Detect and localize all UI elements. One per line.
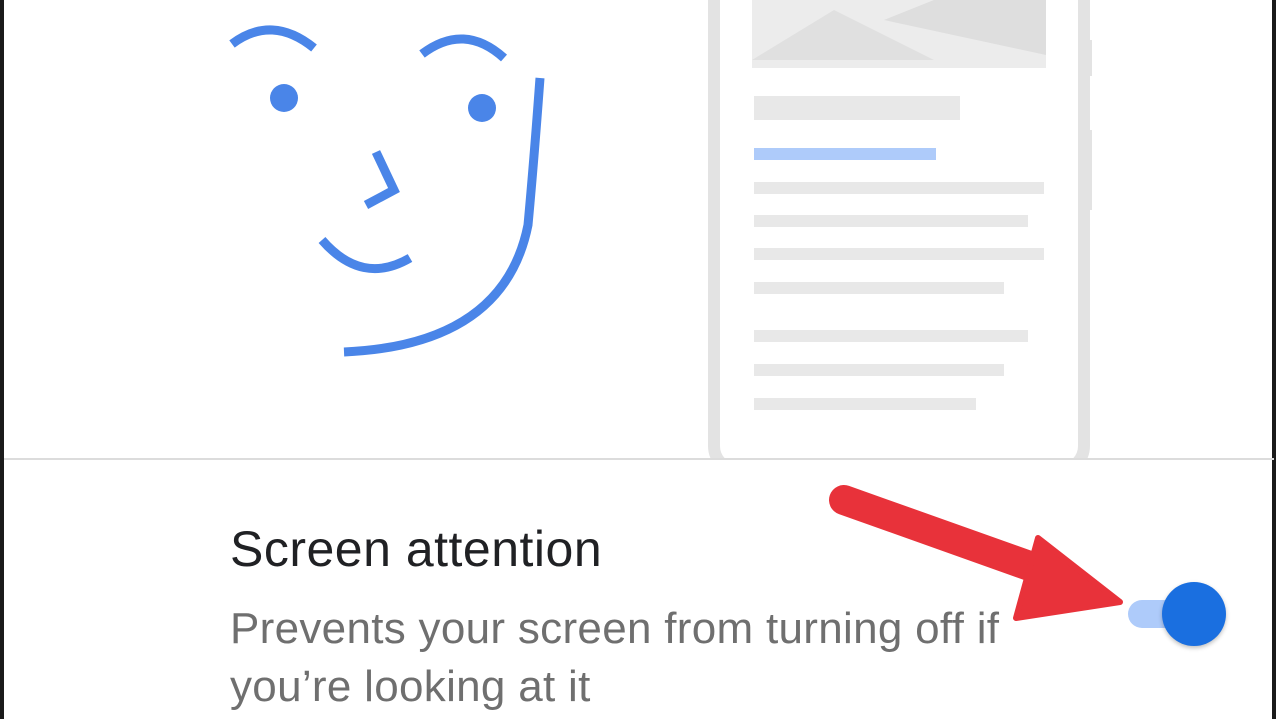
section-divider	[4, 458, 1274, 460]
face-outline	[343, 77, 545, 357]
phone-illustration-icon	[708, 0, 1092, 458]
right-eye	[468, 94, 496, 122]
setting-title: Screen attention	[230, 521, 603, 577]
left-eyebrow	[229, 25, 317, 52]
screen-attention-illustration	[229, 0, 1092, 458]
mouth	[318, 236, 413, 274]
red-arrow-annotation	[829, 485, 1123, 621]
toggle-thumb	[1162, 582, 1226, 646]
left-eye	[270, 84, 298, 112]
nose	[363, 150, 400, 209]
face-illustration-icon	[229, 25, 545, 357]
right-eyebrow	[419, 34, 508, 62]
